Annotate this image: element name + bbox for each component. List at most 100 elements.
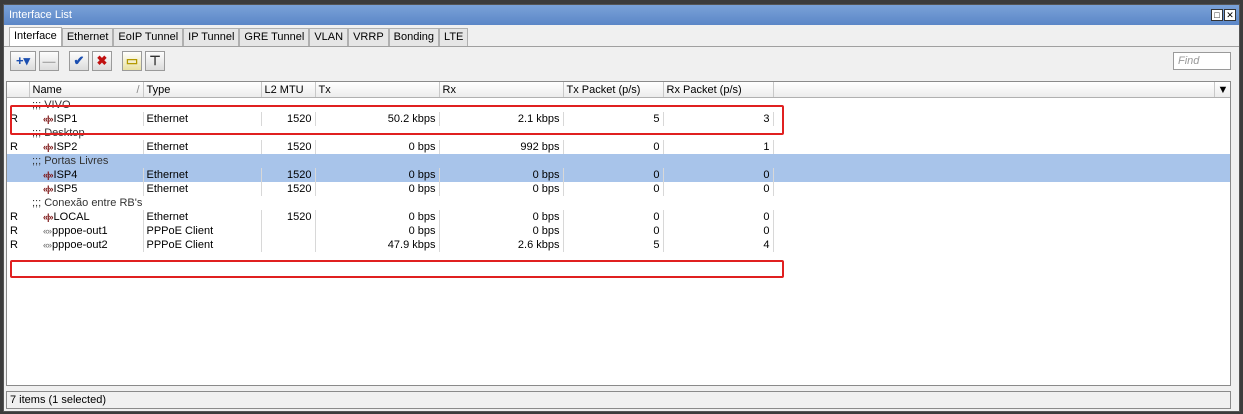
column-menu-icon[interactable]: ▼ xyxy=(1214,82,1230,98)
row-tx: 0 bps xyxy=(315,168,440,182)
tab-ip-tunnel[interactable]: IP Tunnel xyxy=(183,28,240,46)
col-type[interactable]: Type xyxy=(143,82,262,98)
row-name-label: LOCAL xyxy=(53,211,90,223)
row-spacer xyxy=(1214,182,1230,196)
tab-interface[interactable]: Interface xyxy=(9,27,62,46)
row-spacer xyxy=(773,238,1214,252)
status-bar: 7 items (1 selected) xyxy=(6,391,1231,409)
close-icon[interactable]: ✕ xyxy=(1224,9,1236,21)
remove-icon[interactable]: — xyxy=(39,51,59,71)
table-row[interactable]: R «»pppoe-out2 PPPoE Client 47.9 kbps 2.6 kb… xyxy=(7,238,1230,252)
tab-bonding[interactable]: Bonding xyxy=(388,28,440,46)
row-rx: 0 bps xyxy=(439,210,564,224)
comment-icon[interactable]: ▭ xyxy=(122,51,142,71)
group-comment: ;;; VIVO xyxy=(32,99,71,111)
row-tx-packet: 5 xyxy=(563,112,664,126)
col-rx[interactable]: Rx xyxy=(439,82,564,98)
table-row[interactable]: R «|»ISP2 Ethernet 1520 0 bps 992 bps 0 1 xyxy=(7,140,1230,154)
row-tx: 50.2 kbps xyxy=(315,112,440,126)
tab-vlan[interactable]: VLAN xyxy=(309,28,349,46)
row-spacer xyxy=(1214,224,1230,238)
row-type: Ethernet xyxy=(143,210,262,224)
row-l2mtu: 1520 xyxy=(261,112,316,126)
group-comment-row[interactable]: ;;; VIVO xyxy=(7,98,1230,113)
row-rx: 0 bps xyxy=(439,224,564,238)
row-tx: 47.9 kbps xyxy=(315,238,440,252)
sort-marker: / xyxy=(136,83,140,96)
row-name-label: ISP2 xyxy=(53,141,78,153)
col-tx-packet[interactable]: Tx Packet (p/s) xyxy=(563,82,664,98)
tab-eoip-tunnel[interactable]: EoIP Tunnel xyxy=(113,28,184,46)
row-flag: R xyxy=(10,211,18,223)
interface-table: Name / Type L2 MTU Tx Rx Tx Packet (p/s) … xyxy=(6,81,1231,386)
row-spacer xyxy=(1214,140,1230,154)
find-input[interactable]: Find xyxy=(1173,52,1231,70)
interface-list-window: Interface List □ ✕ Interface Ethernet Eo… xyxy=(3,4,1240,412)
col-tx[interactable]: Tx xyxy=(315,82,440,98)
add-icon[interactable]: +▾ xyxy=(10,51,36,71)
row-spacer xyxy=(773,140,1214,154)
filter-icon[interactable]: ⊤ xyxy=(145,51,165,71)
row-tx-packet: 0 xyxy=(563,140,664,154)
pppoe-interface-icon: «» xyxy=(43,226,52,236)
group-comment-row[interactable]: ;;; Conexão entre RB's xyxy=(7,196,1230,210)
row-name: «|»ISP4 xyxy=(29,168,144,182)
row-tx-packet: 0 xyxy=(563,224,664,238)
table-header: Name / Type L2 MTU Tx Rx Tx Packet (p/s) … xyxy=(7,82,1230,98)
row-tx-packet: 0 xyxy=(563,210,664,224)
row-tx: 0 bps xyxy=(315,224,440,238)
toolbar: +▾ — ✔ ✖ ▭ ⊤ Find xyxy=(4,47,1239,75)
tab-gre-tunnel[interactable]: GRE Tunnel xyxy=(239,28,310,46)
col-name-label: Name xyxy=(32,83,62,96)
row-tx: 0 bps xyxy=(315,140,440,154)
group-comment: ;;; Conexão entre RB's xyxy=(32,197,143,209)
col-rx-packet[interactable]: Rx Packet (p/s) xyxy=(663,82,774,98)
pppoe-interface-icon: «» xyxy=(43,240,52,250)
row-rx: 2.6 kbps xyxy=(439,238,564,252)
ethernet-interface-icon: «|» xyxy=(43,114,53,124)
row-spacer xyxy=(773,112,1214,126)
group-comment: ;;; Desktop xyxy=(32,127,85,139)
row-name: «»pppoe-out1 xyxy=(29,224,144,238)
title-bar[interactable]: Interface List □ ✕ xyxy=(4,5,1239,25)
row-name-label: ISP1 xyxy=(53,113,78,125)
row-type: PPPoE Client xyxy=(143,224,262,238)
row-flag xyxy=(7,98,29,113)
row-spacer xyxy=(773,182,1214,196)
row-flag xyxy=(7,126,29,140)
row-spacer xyxy=(1214,168,1230,182)
row-rx-packet: 0 xyxy=(663,168,774,182)
col-name[interactable]: Name / xyxy=(29,82,144,98)
row-tx-packet: 5 xyxy=(563,238,664,252)
table-row[interactable]: R «|»LOCAL Ethernet 1520 0 bps 0 bps 0 0 xyxy=(7,210,1230,224)
table-row[interactable]: R «»pppoe-out1 PPPoE Client 0 bps 0 bps 0 0 xyxy=(7,224,1230,238)
row-flag xyxy=(7,182,29,196)
table-row[interactable]: «|»ISP5 Ethernet 1520 0 bps 0 bps 0 0 xyxy=(7,182,1230,196)
row-spacer xyxy=(1214,210,1230,224)
row-name-label: ISP5 xyxy=(53,183,78,195)
row-rx-packet: 0 xyxy=(663,210,774,224)
col-flag[interactable] xyxy=(7,82,30,98)
row-rx: 0 bps xyxy=(439,182,564,196)
tab-lte[interactable]: LTE xyxy=(439,28,469,46)
enable-icon[interactable]: ✔ xyxy=(69,51,89,71)
table-row[interactable]: R «|»ISP1 Ethernet 1520 50.2 kbps 2.1 kbps 5 3 xyxy=(7,112,1230,126)
group-comment-row[interactable]: ;;; Portas Livres xyxy=(7,154,1230,168)
tab-ethernet[interactable]: Ethernet xyxy=(61,28,114,46)
restore-icon[interactable]: □ xyxy=(1211,9,1223,21)
row-rx: 2.1 kbps xyxy=(439,112,564,126)
row-rx-packet: 1 xyxy=(663,140,774,154)
col-l2mtu[interactable]: L2 MTU xyxy=(261,82,316,98)
group-comment-row[interactable]: ;;; Desktop xyxy=(7,126,1230,140)
disable-icon[interactable]: ✖ xyxy=(92,51,112,71)
row-l2mtu: 1520 xyxy=(261,168,316,182)
row-name-label: pppoe-out1 xyxy=(52,225,108,237)
tab-bar: Interface Ethernet EoIP Tunnel IP Tunnel… xyxy=(4,25,1239,47)
row-name-label: pppoe-out2 xyxy=(52,239,108,251)
row-name: «|»ISP2 xyxy=(29,140,144,154)
table-row[interactable]: «|»ISP4 Ethernet 1520 0 bps 0 bps 0 0 xyxy=(7,168,1230,182)
row-l2mtu xyxy=(261,238,316,252)
row-rx: 0 bps xyxy=(439,168,564,182)
tab-vrrp[interactable]: VRRP xyxy=(348,28,389,46)
window-title: Interface List xyxy=(9,9,72,21)
